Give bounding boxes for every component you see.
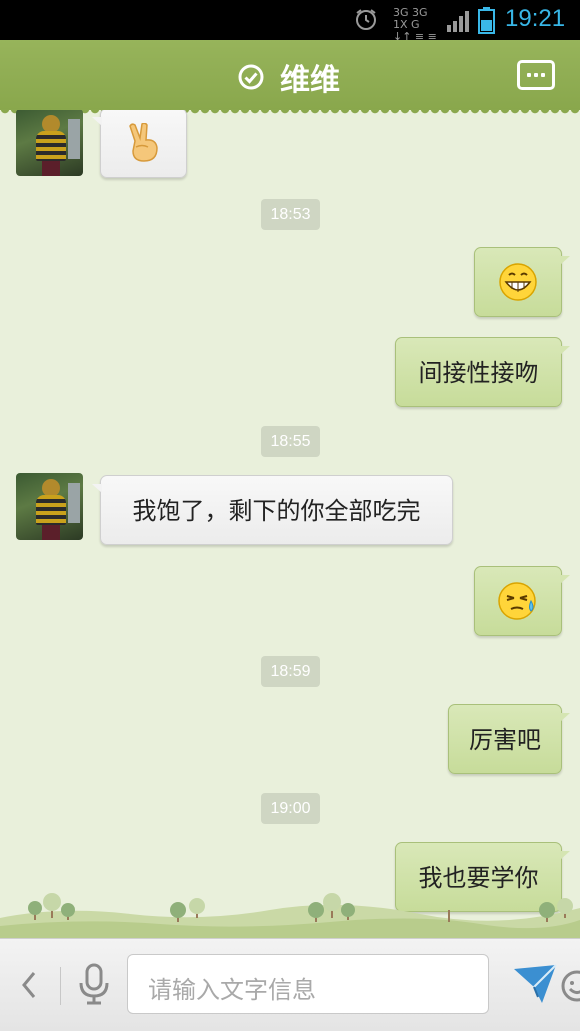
status-time: 19:21 — [505, 5, 566, 32]
dot-icon — [541, 73, 545, 77]
battery-icon — [478, 7, 495, 34]
paper-plane-icon[interactable] — [512, 963, 558, 1005]
network-type-label: 3G 3G 1X G — [393, 6, 428, 31]
incoming-message-bubble[interactable] — [92, 110, 187, 178]
sweat-face-icon — [498, 582, 536, 620]
outgoing-message-bubble[interactable] — [474, 247, 570, 317]
outgoing-message-bubble[interactable]: 间接性接吻 — [395, 337, 570, 407]
victory-hand-icon — [128, 123, 158, 162]
message-text: 我饱了，剩下的你全部吃完 — [132, 497, 421, 525]
chat-header: 维维 — [0, 40, 580, 116]
chat-more-button[interactable] — [517, 60, 555, 90]
chevron-left-icon[interactable] — [18, 969, 40, 1001]
dot-icon — [534, 73, 538, 77]
signal-strength-icon — [447, 11, 469, 32]
contact-name: 维维 — [280, 63, 340, 98]
check-circle-icon — [238, 64, 264, 90]
microphone-icon[interactable] — [78, 963, 110, 1005]
message-text: 间接性接吻 — [418, 359, 539, 387]
message-text: 厉害吧 — [469, 726, 541, 754]
outgoing-message-bubble[interactable] — [474, 566, 570, 636]
alarm-icon — [356, 9, 376, 30]
smiley-icon[interactable] — [560, 969, 580, 1003]
divider — [60, 967, 61, 1005]
outgoing-message-bubble[interactable]: 厉害吧 — [448, 704, 570, 774]
dot-icon — [527, 73, 531, 77]
incoming-message-bubble[interactable]: 我饱了，剩下的你全部吃完 — [92, 475, 453, 545]
message-input[interactable]: 请输入文字信息 — [127, 954, 580, 1014]
background-scenery — [0, 893, 580, 938]
contact-avatar[interactable] — [16, 473, 83, 540]
timestamp-badge: 18:53 — [261, 199, 320, 230]
message-input-bar: 请输入文字信息 — [0, 938, 580, 1031]
contact-avatar[interactable] — [16, 110, 83, 176]
network-indicator: 3G 3G 1X G ↓↑ ≡ ≡ — [393, 6, 443, 43]
message-input-placeholder: 请输入文字信息 — [148, 976, 316, 1004]
timestamp-badge: 18:55 — [261, 426, 320, 457]
timestamp-badge: 19:00 — [261, 793, 320, 824]
grin-face-icon — [499, 263, 537, 301]
status-bar: 3G 3G 1X G ↓↑ ≡ ≡ 19:21 — [0, 0, 580, 43]
timestamp-badge: 18:59 — [261, 656, 320, 687]
chat-history[interactable]: 18:53 间接性接吻 18:55 我饱了，剩下的你全部吃完 18:59 厉害吧… — [0, 110, 580, 938]
